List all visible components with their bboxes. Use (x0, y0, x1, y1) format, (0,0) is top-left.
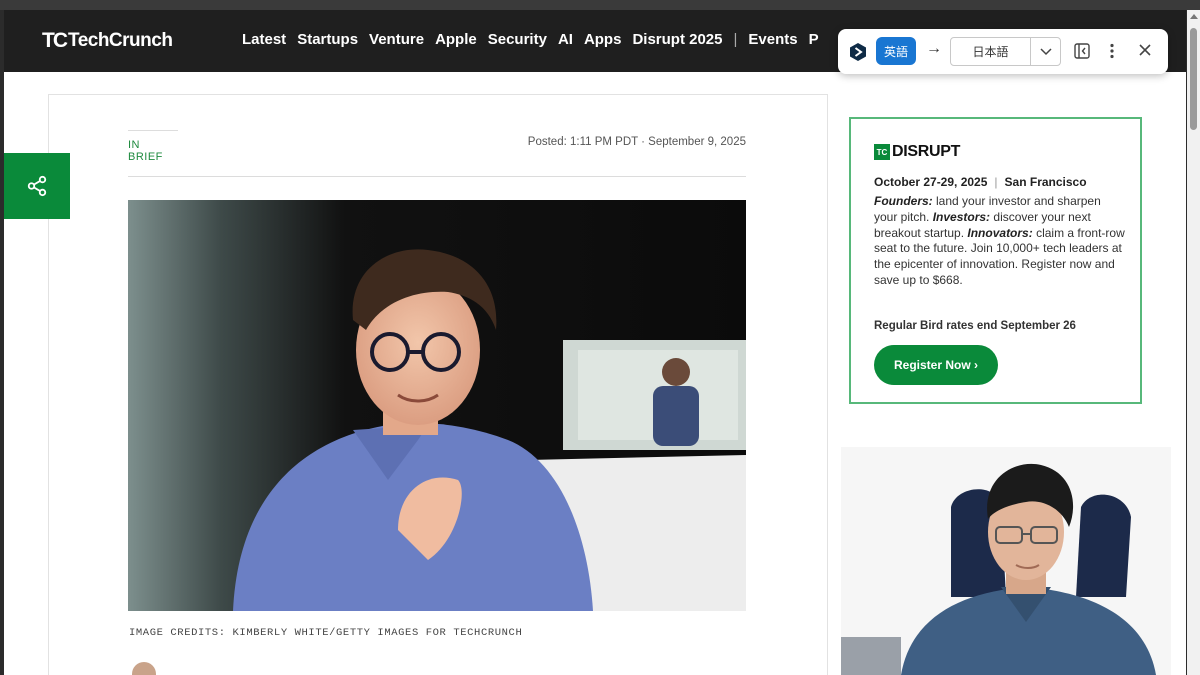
tc-logo-mark: TC (874, 144, 890, 160)
founders-label: Founders: (874, 194, 933, 208)
hero-photo (128, 200, 746, 611)
scroll-up-arrow-icon[interactable] (1190, 14, 1198, 19)
register-now-button[interactable]: Register Now › (874, 345, 998, 385)
date-separator: | (994, 175, 998, 189)
nav-events[interactable]: Events (748, 31, 797, 48)
divider (128, 176, 746, 177)
source-language-button[interactable]: 英語 (876, 37, 916, 65)
image-credits: IMAGE CREDITS: KIMBERLY WHITE/GETTY IMAG… (129, 627, 523, 639)
more-vert-icon[interactable] (1108, 43, 1116, 64)
share-icon (27, 175, 47, 197)
close-icon[interactable] (1138, 43, 1152, 62)
nav-apple[interactable]: Apple (435, 31, 477, 48)
article-hero-image (128, 200, 746, 611)
nav-apps[interactable]: Apps (584, 31, 622, 48)
ad-description: Founders: land your investor and sharpen… (874, 194, 1126, 289)
sidebar-toggle-icon[interactable] (1074, 43, 1090, 64)
page-scrollbar[interactable] (1187, 10, 1200, 675)
share-button[interactable] (4, 153, 70, 219)
nav-disrupt-2025[interactable]: Disrupt 2025 (632, 31, 722, 48)
logo-wordmark: TechCrunch (68, 30, 173, 51)
disrupt-logo: TC DISRUPT (874, 143, 960, 161)
webcam-video (841, 447, 1171, 675)
nav-security[interactable]: Security (488, 31, 547, 48)
nav-startups[interactable]: Startups (297, 31, 358, 48)
main-nav: Latest Startups Venture Apple Security A… (242, 31, 830, 48)
target-language-select[interactable]: 日本語 (950, 37, 1061, 66)
disrupt-ad[interactable]: TC DISRUPT October 27-29, 2025 | San Franc… (849, 117, 1142, 404)
investors-label: Investors: (932, 209, 991, 224)
nav-ai[interactable]: AI (558, 31, 573, 48)
target-language-label: 日本語 (951, 38, 1031, 65)
innovators-label: Innovators: (967, 225, 1033, 240)
chevron-down-icon[interactable] (1031, 38, 1060, 65)
browser-top-strip (0, 0, 1200, 10)
techcrunch-logo[interactable]: TC TechCrunch (42, 29, 173, 53)
nav-divider: | (733, 31, 738, 48)
translator-popup: 英語 → 日本語 (838, 29, 1168, 74)
rates-notice: Regular Bird rates end September 26 (874, 320, 1076, 332)
event-dates: October 27-29, 2025 | San Francisco (874, 175, 1087, 189)
webcam-overlay (841, 447, 1171, 675)
arrow-right-icon: → (926, 40, 942, 57)
event-date-range: October 27-29, 2025 (874, 175, 988, 189)
event-location: San Francisco (1004, 175, 1087, 189)
section-label[interactable]: IN BRIEF (128, 130, 178, 163)
translate-logo-icon[interactable] (848, 42, 868, 62)
posted-timestamp: Posted: 1:11 PM PDT · September 9, 2025 (527, 136, 746, 148)
disrupt-wordmark: DISRUPT (892, 143, 961, 160)
nav-latest[interactable]: Latest (242, 31, 286, 48)
nav-venture[interactable]: Venture (369, 31, 424, 48)
tc-logo-mark: TC (42, 29, 68, 52)
nav-overflow[interactable]: P (809, 31, 819, 48)
scroll-thumb[interactable] (1190, 28, 1197, 130)
